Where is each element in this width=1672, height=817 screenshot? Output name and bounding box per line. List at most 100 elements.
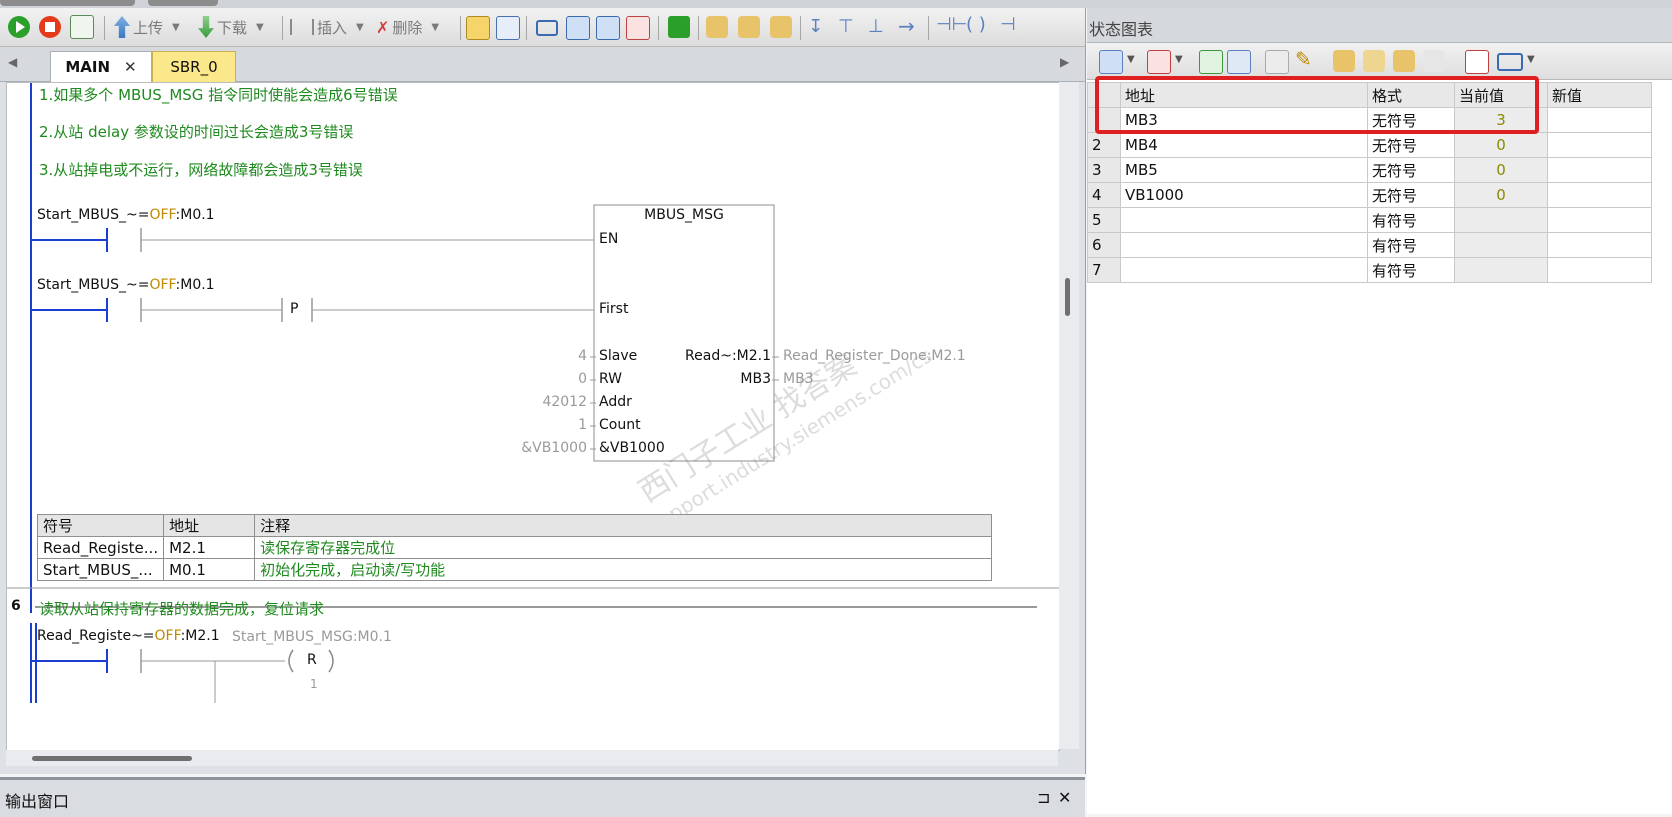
- chevron-down-icon[interactable]: ▼: [1527, 54, 1535, 65]
- ladder-editor[interactable]: 西门子工业 找答案 support.industry.siemens.com/c…: [6, 82, 1060, 751]
- format-cell[interactable]: 无符号: [1367, 132, 1455, 158]
- scrollbar-thumb[interactable]: [32, 756, 192, 761]
- address-cell[interactable]: MB4: [1120, 132, 1368, 158]
- positive-edge-label[interactable]: P: [290, 301, 298, 317]
- delete-network-icon[interactable]: [626, 16, 650, 40]
- format-cell[interactable]: 有符号: [1367, 232, 1455, 258]
- new-value-cell[interactable]: [1547, 182, 1652, 208]
- lock-icon[interactable]: [1333, 50, 1355, 72]
- pin-icon[interactable]: ⊐: [1037, 788, 1050, 807]
- address-cell[interactable]: [1120, 257, 1368, 283]
- table-row[interactable]: 2 MB4 无符号 0: [1087, 132, 1652, 158]
- param-value[interactable]: 4: [487, 348, 587, 364]
- lock-add-icon[interactable]: [770, 16, 792, 38]
- new-value-cell[interactable]: [1547, 257, 1652, 283]
- output-window-title: 输出窗口: [5, 792, 70, 811]
- table-row[interactable]: 5 有符号: [1087, 207, 1652, 233]
- insert-button[interactable]: 插入 ▼: [290, 15, 364, 39]
- top-strip: [0, 0, 1672, 8]
- format-cell[interactable]: 有符号: [1367, 207, 1455, 233]
- tab-sbr0[interactable]: SBR_0: [152, 51, 236, 83]
- format-cell[interactable]: 无符号: [1367, 182, 1455, 208]
- reset-coil-count[interactable]: 1: [310, 677, 318, 691]
- network-number[interactable]: 6: [11, 598, 21, 614]
- network-view2-icon[interactable]: [496, 16, 520, 40]
- close-icon[interactable]: ✕: [124, 58, 137, 76]
- chart-status-icon[interactable]: [1199, 50, 1223, 74]
- new-value-cell[interactable]: [1547, 232, 1652, 258]
- stop-icon[interactable]: [39, 16, 61, 38]
- param-value[interactable]: 1: [487, 417, 587, 433]
- close-icon[interactable]: ✕: [1058, 788, 1071, 807]
- contact-label[interactable]: Read_Registe~=OFF:M2.1: [37, 628, 220, 644]
- table-row[interactable]: 4 VB1000 无符号 0: [1087, 182, 1652, 208]
- address-cell[interactable]: VB1000: [1120, 182, 1368, 208]
- trend-chart-icon[interactable]: [1465, 50, 1489, 74]
- new-value-cell[interactable]: [1547, 107, 1652, 133]
- contact-symbol-icon[interactable]: ⊣⊢: [936, 14, 967, 35]
- lock-add-icon[interactable]: [1393, 50, 1415, 72]
- line-down-icon[interactable]: ↧: [808, 16, 823, 37]
- download-button[interactable]: 下载 ▼: [198, 15, 264, 39]
- output-window-bar[interactable]: 输出窗口 ⊐ ✕: [0, 777, 1085, 817]
- scroll-left-icon[interactable]: ◀: [8, 55, 17, 69]
- param-value[interactable]: &VB1000: [487, 440, 587, 456]
- pause-icon[interactable]: [1227, 50, 1251, 74]
- unlock-all-icon[interactable]: [1423, 50, 1445, 72]
- unlock-icon[interactable]: [1363, 50, 1385, 72]
- pencil-icon[interactable]: ✎: [1295, 47, 1312, 71]
- format-cell[interactable]: 有符号: [1367, 257, 1455, 283]
- tab-main[interactable]: MAIN ✕: [50, 51, 152, 82]
- read-icon[interactable]: [1265, 50, 1289, 74]
- tag-icon[interactable]: [1497, 53, 1523, 71]
- delete-row-icon[interactable]: [1147, 50, 1171, 74]
- vertical-scrollbar[interactable]: [1059, 82, 1079, 749]
- horizontal-scrollbar[interactable]: [6, 750, 1058, 766]
- address-cell[interactable]: [1120, 232, 1368, 258]
- line-right-icon[interactable]: →: [898, 14, 915, 38]
- table-row[interactable]: 3 MB5 无符号 0: [1087, 157, 1652, 183]
- box-symbol-icon[interactable]: ⊣: [1000, 14, 1016, 35]
- go-icon[interactable]: [668, 16, 690, 38]
- output-value[interactable]: Read_Register_Done:M2.1: [783, 348, 966, 364]
- top-tab-2[interactable]: [148, 0, 218, 6]
- table-row: Read_Registe... M2.1 读保存寄存器完成位: [36, 536, 992, 559]
- new-value-cell[interactable]: [1547, 157, 1652, 183]
- param-value[interactable]: 0: [487, 371, 587, 387]
- contact-icon[interactable]: [536, 20, 558, 36]
- contact-label[interactable]: Start_MBUS_~=OFF:M0.1: [37, 277, 215, 293]
- new-value-cell[interactable]: [1547, 132, 1652, 158]
- output-value[interactable]: MB3: [783, 371, 814, 387]
- chevron-down-icon[interactable]: ▼: [1175, 54, 1183, 65]
- param-value[interactable]: 42012: [487, 394, 587, 410]
- current-value-cell: 0: [1454, 157, 1548, 183]
- run-icon[interactable]: [8, 16, 30, 38]
- add-row-icon[interactable]: [1099, 50, 1123, 74]
- delete-button[interactable]: ✗ 删除 ▼: [376, 15, 439, 39]
- upload-button[interactable]: 上传 ▼: [114, 15, 180, 39]
- scrollbar-thumb[interactable]: [1065, 278, 1070, 316]
- coil-target[interactable]: Start_MBUS_MSG:M0.1: [232, 629, 392, 645]
- line-hor-down-icon[interactable]: ⊤: [838, 16, 854, 37]
- table-row[interactable]: 6 有符号: [1087, 232, 1652, 258]
- format-cell[interactable]: 无符号: [1367, 157, 1455, 183]
- branch-left-icon[interactable]: [566, 16, 590, 40]
- block-pin-rw: RW: [599, 371, 623, 387]
- block-title[interactable]: MBUS_MSG: [594, 207, 774, 223]
- scroll-right-icon[interactable]: ▶: [1060, 55, 1069, 69]
- unlock-icon[interactable]: [738, 16, 760, 38]
- coil-symbol-icon[interactable]: ( ): [966, 14, 986, 35]
- top-tab-1[interactable]: [0, 0, 135, 6]
- chevron-down-icon[interactable]: ▼: [1127, 54, 1135, 65]
- address-cell[interactable]: MB5: [1120, 157, 1368, 183]
- contact-label[interactable]: Start_MBUS_~=OFF:M0.1: [37, 207, 215, 223]
- new-value-cell[interactable]: [1547, 207, 1652, 233]
- address-cell[interactable]: [1120, 207, 1368, 233]
- branch-right-icon[interactable]: [596, 16, 620, 40]
- network-view-icon[interactable]: [466, 16, 490, 40]
- compile-icon[interactable]: [70, 15, 94, 39]
- lock-icon[interactable]: [706, 16, 728, 38]
- line-hor-up-icon[interactable]: ⊥: [868, 16, 884, 37]
- table-row[interactable]: 7 有符号: [1087, 257, 1652, 283]
- reset-coil-label[interactable]: R: [307, 652, 317, 668]
